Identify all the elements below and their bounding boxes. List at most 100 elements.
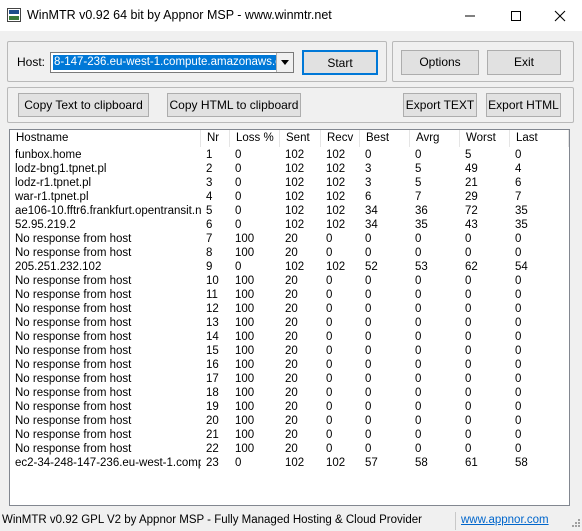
table-row[interactable]: No response from host 20 100 20 0 0 0 0 0 [10,414,569,428]
cell-worst: 0 [465,275,472,287]
column-header-avrg[interactable]: Avrg [410,130,460,147]
minimize-button[interactable] [447,0,493,31]
cell-recv: 0 [326,443,333,455]
table-row[interactable]: lodz-r1.tpnet.pl 3 0 102 102 3 5 21 6 [10,176,569,190]
table-header: Hostname Nr Loss % Sent Recv Best Avrg Worst Las… [10,130,569,147]
title-bar[interactable]: WinMTR v0.92 64 bit by Appnor MSP - www.… [0,0,582,31]
column-header-hostname[interactable]: Hostname [10,130,201,147]
copy-text-button[interactable]: Copy Text to clipboard [18,93,149,117]
table-row[interactable]: No response from host 8 100 20 0 0 0 0 0 [10,246,569,260]
table-row[interactable]: ec2-34-248-147-236.eu-west-1.comp... 23 0 1… [10,456,569,470]
column-header-nr[interactable]: Nr [201,130,230,147]
cell-loss: 100 [235,303,255,315]
table-row[interactable]: No response from host 10 100 20 0 0 0 0 0 [10,274,569,288]
cell-best: 0 [365,429,372,441]
cell-loss: 0 [235,205,242,217]
cell-last: 0 [515,317,522,329]
cell-nr: 17 [206,373,219,385]
cell-worst: 62 [465,261,478,273]
cell-sent: 20 [285,401,298,413]
close-icon [554,10,566,22]
cell-last: 58 [515,457,528,469]
cell-worst: 0 [465,289,472,301]
table-row[interactable]: No response from host 18 100 20 0 0 0 0 0 [10,386,569,400]
cell-last: 4 [515,163,522,175]
column-header-loss[interactable]: Loss % [230,130,280,147]
export-html-button[interactable]: Export HTML [486,93,561,117]
start-button[interactable]: Start [302,50,378,75]
cell-hostname: 52.95.219.2 [15,219,76,231]
table-row[interactable]: No response from host 13 100 20 0 0 0 0 0 [10,316,569,330]
chevron-down-icon [281,60,289,65]
table-row[interactable]: lodz-bng1.tpnet.pl 2 0 102 102 3 5 49 4 [10,162,569,176]
column-header-recv[interactable]: Recv [321,130,360,147]
exit-button[interactable]: Exit [487,50,561,75]
cell-recv: 0 [326,317,333,329]
cell-recv: 102 [326,163,346,175]
cell-best: 0 [365,317,372,329]
resize-grip-icon[interactable] [569,518,581,530]
cell-nr: 15 [206,345,219,357]
cell-sent: 102 [285,205,305,217]
cell-worst: 5 [465,149,472,161]
host-combobox[interactable]: 8-147-236.eu-west-1.compute.amazonaws.co… [50,52,294,73]
table-row[interactable]: No response from host 22 100 20 0 0 0 0 0 [10,442,569,456]
cell-nr: 23 [206,457,219,469]
table-body[interactable]: funbox.home 1 0 102 102 0 0 5 0 lodz-bng1.tpnet.p… [10,148,569,470]
table-row[interactable]: No response from host 7 100 20 0 0 0 0 0 [10,232,569,246]
cell-recv: 0 [326,345,333,357]
close-button[interactable] [537,0,582,31]
cell-nr: 2 [206,163,213,175]
export-text-button[interactable]: Export TEXT [403,93,477,117]
table-row[interactable]: No response from host 15 100 20 0 0 0 0 0 [10,344,569,358]
cell-worst: 0 [465,373,472,385]
table-row[interactable]: No response from host 19 100 20 0 0 0 0 0 [10,400,569,414]
cell-sent: 20 [285,331,298,343]
cell-nr: 9 [206,261,213,273]
table-row[interactable]: No response from host 21 100 20 0 0 0 0 0 [10,428,569,442]
table-row[interactable]: No response from host 11 100 20 0 0 0 0 0 [10,288,569,302]
cell-nr: 6 [206,219,213,231]
cell-avrg: 0 [415,401,422,413]
table-row[interactable]: war-r1.tpnet.pl 4 0 102 102 6 7 29 7 [10,190,569,204]
table-row[interactable]: 205.251.232.102 9 0 102 102 52 53 62 54 [10,260,569,274]
cell-best: 0 [365,345,372,357]
column-header-sent[interactable]: Sent [280,130,321,147]
table-row[interactable]: No response from host 14 100 20 0 0 0 0 0 [10,330,569,344]
cell-nr: 21 [206,429,219,441]
column-header-worst[interactable]: Worst [460,130,510,147]
table-row[interactable]: No response from host 17 100 20 0 0 0 0 0 [10,372,569,386]
host-dropdown-button[interactable] [276,53,293,72]
cell-recv: 0 [326,303,333,315]
cell-worst: 0 [465,331,472,343]
results-table[interactable]: Hostname Nr Loss % Sent Recv Best Avrg Worst Las… [9,129,570,506]
cell-loss: 0 [235,457,242,469]
cell-best: 0 [365,331,372,343]
column-header-last[interactable]: Last [510,130,569,147]
table-row[interactable]: No response from host 12 100 20 0 0 0 0 0 [10,302,569,316]
cell-hostname: funbox.home [15,149,82,161]
cell-hostname: No response from host [15,247,132,259]
cell-recv: 0 [326,387,333,399]
table-row[interactable]: ae106-10.fftr6.frankfurt.opentransit.net… [10,204,569,218]
column-header-best[interactable]: Best [360,130,410,147]
cell-worst: 0 [465,317,472,329]
table-row[interactable]: funbox.home 1 0 102 102 0 0 5 0 [10,148,569,162]
cell-avrg: 0 [415,345,422,357]
cell-best: 0 [365,149,372,161]
appnor-link[interactable]: www.appnor.com [461,514,549,526]
cell-recv: 102 [326,149,346,161]
cell-avrg: 7 [415,191,422,203]
cell-best: 0 [365,233,372,245]
copy-html-button[interactable]: Copy HTML to clipboard [167,93,301,117]
cell-avrg: 0 [415,359,422,371]
maximize-button[interactable] [493,0,539,31]
table-row[interactable]: 52.95.219.2 6 0 102 102 34 35 43 35 [10,218,569,232]
cell-avrg: 0 [415,149,422,161]
options-button[interactable]: Options [401,50,479,75]
cell-sent: 20 [285,317,298,329]
cell-last: 54 [515,261,528,273]
table-row[interactable]: No response from host 16 100 20 0 0 0 0 0 [10,358,569,372]
host-input[interactable]: 8-147-236.eu-west-1.compute.amazonaws.co… [53,55,278,70]
cell-best: 0 [365,443,372,455]
